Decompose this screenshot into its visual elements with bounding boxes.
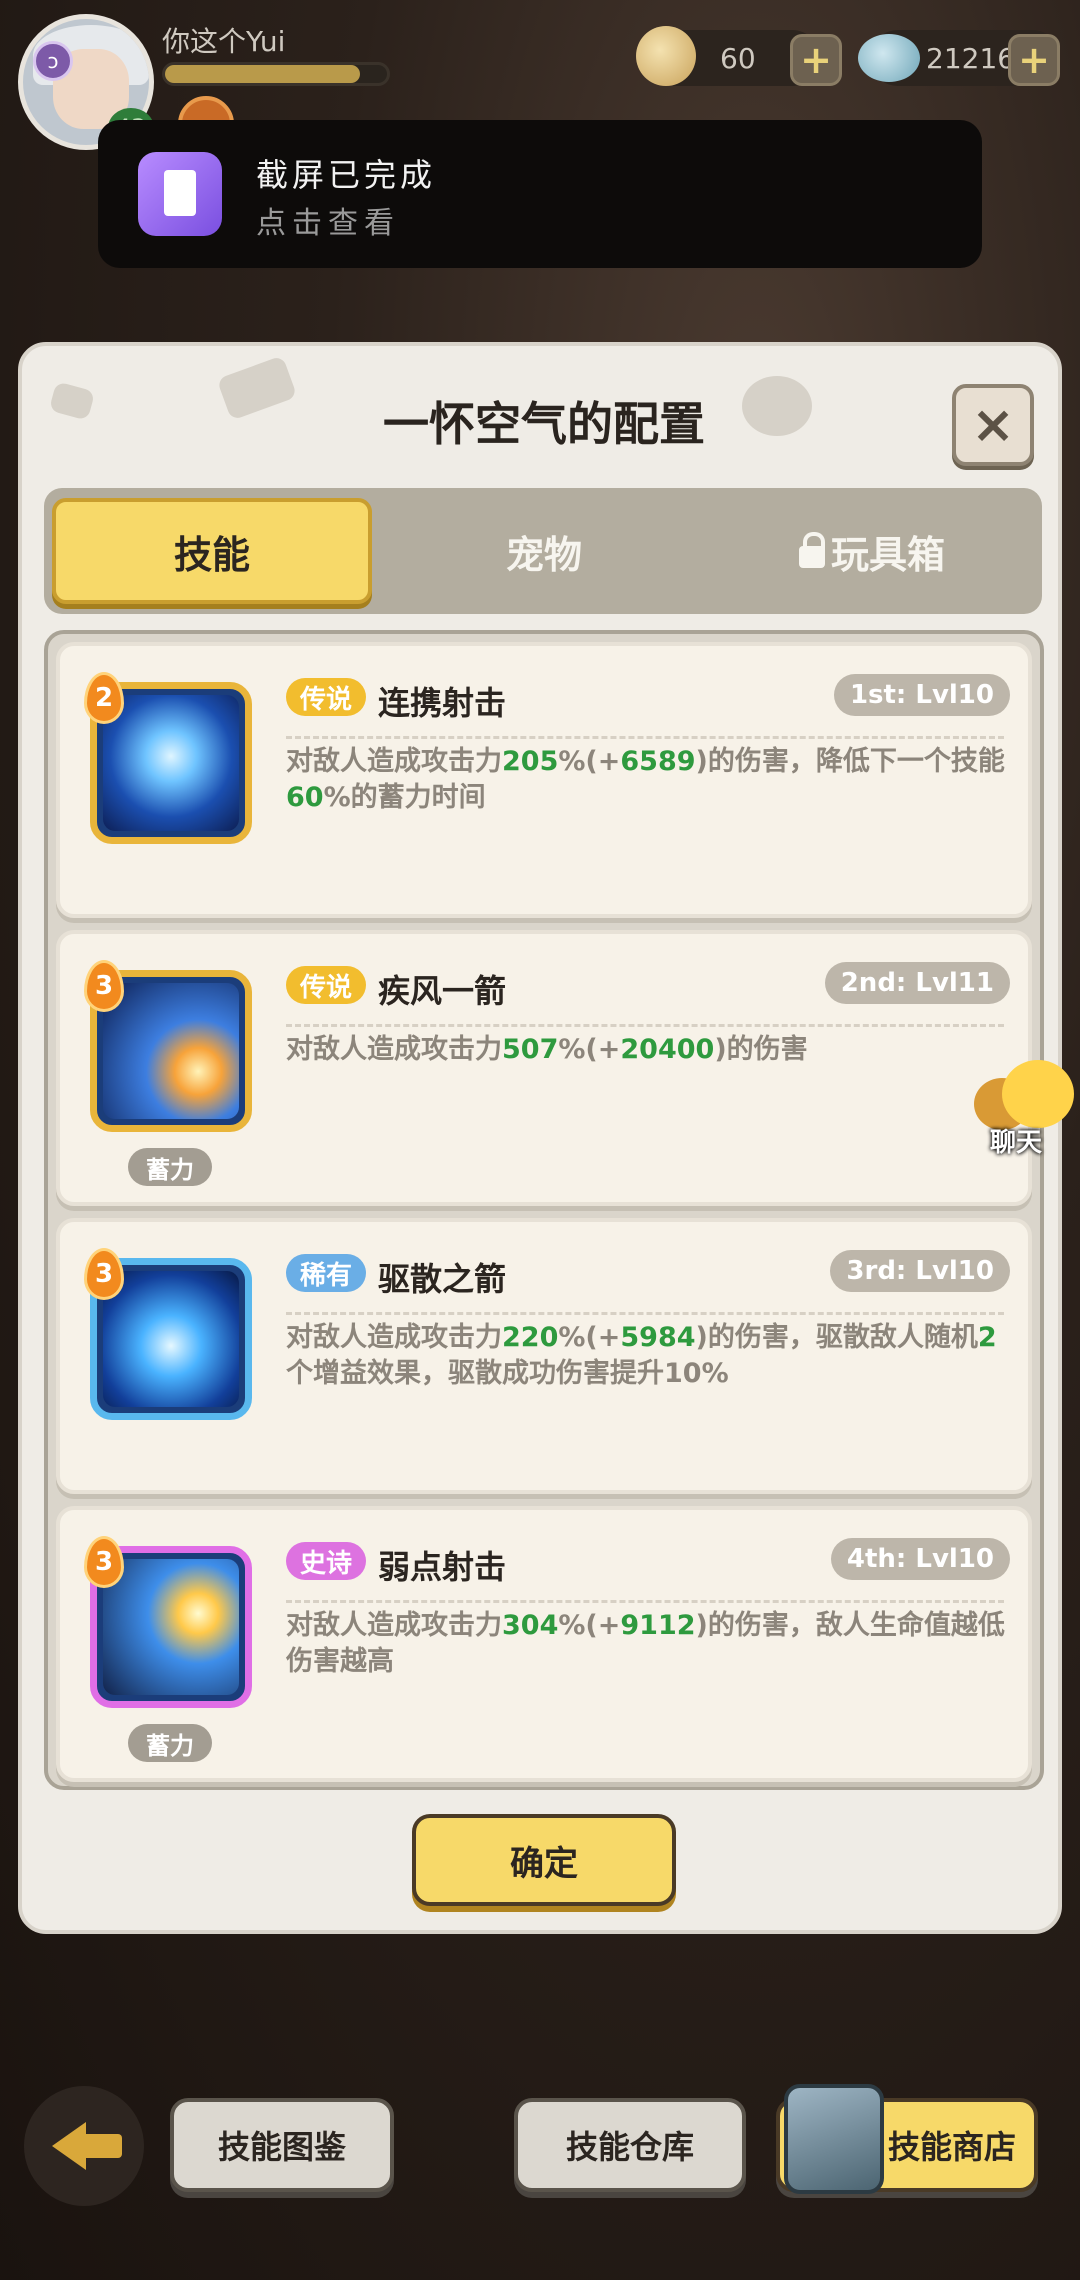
rarity-badge: 传说 <box>286 678 367 716</box>
skill-storage-button[interactable]: 技能仓库 <box>514 2098 746 2192</box>
rarity-badge: 稀有 <box>286 1254 367 1292</box>
skill-card[interactable]: 3 蓄力 传说 疾风一箭 2nd: Lvl11 对敌人造成攻击力507%(+20… <box>56 930 1032 1206</box>
tab-bar: 技能 宠物 玩具箱 <box>44 488 1042 614</box>
tab-label: 宠物 <box>505 532 582 577</box>
back-button[interactable] <box>24 2086 144 2206</box>
screenshot-icon <box>138 152 222 236</box>
divider <box>286 1024 1004 1027</box>
skill-list: 2 传说 连携射击 1st: Lvl10 对敌人造成攻击力205%(+6589)… <box>44 630 1044 1790</box>
exp-bar-fill <box>165 65 361 83</box>
skill-name: 连携射击 <box>378 684 507 722</box>
shop-icon <box>784 2084 884 2194</box>
skill-description: 对敌人造成攻击力205%(+6589)的伤害，降低下一个技能60%的蓄力时间 <box>286 746 1005 813</box>
tab-label: 玩具箱 <box>830 532 945 577</box>
gem-count: 21216 <box>926 42 1016 75</box>
chat-label: 聊天 <box>990 1128 1043 1158</box>
rank-badge: 2 <box>84 672 124 724</box>
skill-description: 对敌人造成攻击力220%(+5984)的伤害，驱散敌人随机2个增益效果，驱散成功… <box>286 1322 997 1389</box>
charge-tag: 蓄力 <box>128 1724 212 1762</box>
close-button[interactable]: × <box>952 384 1034 466</box>
rank-badge: 3 <box>84 960 124 1012</box>
chat-face-icon <box>1002 1060 1074 1128</box>
skill-description: 对敌人造成攻击力304%(+9112)的伤害，敌人生命值越低伤害越高 <box>286 1610 1005 1677</box>
config-panel: 一怀空气的配置 × 技能 宠物 玩具箱 2 传说 连携射击 1st: Lvl10… <box>18 342 1062 1934</box>
toast-title: 截屏已完成 <box>256 156 437 194</box>
rank-badge: 3 <box>84 1536 124 1588</box>
rarity-badge: 史诗 <box>286 1542 367 1580</box>
chat-button[interactable]: 聊天 <box>970 1054 1080 1164</box>
charge-tag: 蓄力 <box>128 1148 212 1186</box>
close-icon: × <box>971 395 1015 455</box>
slot-level: 1st: Lvl10 <box>833 674 1010 716</box>
skill-codex-button[interactable]: 技能图鉴 <box>170 2098 394 2192</box>
rank-badge: 3 <box>84 1248 124 1300</box>
shell-count: 60 <box>720 42 756 75</box>
back-arrow-tail <box>82 2134 122 2158</box>
skill-name: 弱点射击 <box>378 1548 507 1586</box>
skill-card[interactable]: 3 蓄力 史诗 弱点射击 4th: Lvl10 对敌人造成攻击力304%(+91… <box>56 1506 1032 1782</box>
shell-icon <box>636 26 696 86</box>
weak-point-shot-icon <box>103 1559 239 1695</box>
slot-level: 4th: Lvl10 <box>830 1538 1010 1580</box>
tab-label: 技能 <box>173 532 250 577</box>
rarity-badge: 传说 <box>286 966 367 1004</box>
exp-bar <box>162 62 390 86</box>
vip-badge-icon: ↄ <box>33 41 73 81</box>
toast-subtitle: 点击查看 <box>256 206 400 241</box>
skill-card[interactable]: 2 传说 连携射击 1st: Lvl10 对敌人造成攻击力205%(+6589)… <box>56 642 1032 918</box>
divider <box>286 736 1004 739</box>
player-name: 你这个Yui <box>162 25 286 58</box>
panel-title: 一怀空气的配置 <box>383 397 705 451</box>
gem-icon <box>858 34 920 82</box>
lock-icon <box>798 532 825 568</box>
skill-name: 驱散之箭 <box>378 1260 507 1298</box>
dispel-arrow-icon <box>103 1271 239 1407</box>
tab-skills[interactable]: 技能 <box>52 498 372 604</box>
back-arrow-icon <box>52 2122 86 2170</box>
add-shell-button[interactable]: + <box>790 34 842 86</box>
divider <box>286 1312 1004 1315</box>
confirm-button[interactable]: 确定 <box>412 1814 676 1906</box>
tab-pets[interactable]: 宠物 <box>384 498 704 604</box>
skill-name: 疾风一箭 <box>378 972 507 1010</box>
divider <box>286 1600 1004 1603</box>
slot-level: 2nd: Lvl11 <box>824 962 1010 1004</box>
screenshot-toast[interactable]: 截屏已完成 点击查看 <box>98 120 982 268</box>
slot-level: 3rd: Lvl10 <box>830 1250 1010 1292</box>
gale-arrow-icon <box>103 983 239 1119</box>
tab-toybox[interactable]: 玩具箱 <box>712 498 1032 604</box>
skill-card[interactable]: 3 稀有 驱散之箭 3rd: Lvl10 对敌人造成攻击力220%(+5984)… <box>56 1218 1032 1494</box>
linked-shot-icon <box>103 695 239 831</box>
add-gem-button[interactable]: + <box>1008 34 1060 86</box>
skill-description: 对敌人造成攻击力507%(+20400)的伤害 <box>286 1034 808 1065</box>
